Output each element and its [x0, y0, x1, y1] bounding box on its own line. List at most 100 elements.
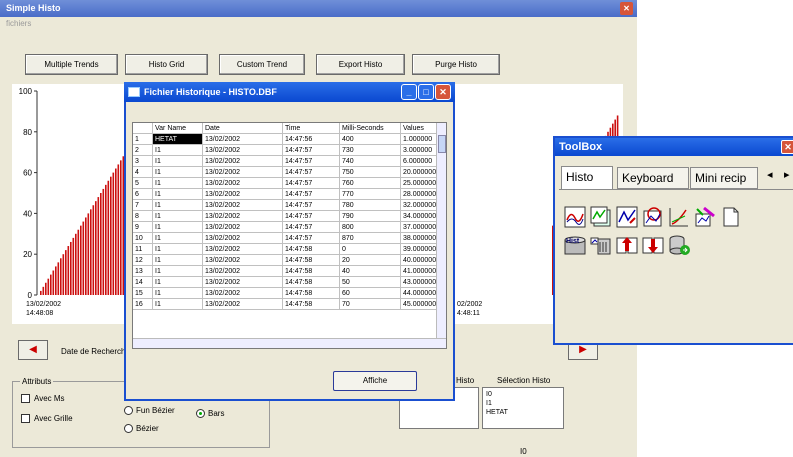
grid-horizontal-scrollbar[interactable] — [133, 338, 446, 348]
row-number-cell[interactable]: 14 — [133, 277, 153, 288]
tab-mini-recip[interactable]: Mini recip — [690, 167, 758, 189]
table-row[interactable]: 4 I1 13/02/2002 14:47:57 750 20.000000 — [133, 167, 443, 178]
grid-vertical-scrollbar[interactable] — [436, 123, 446, 339]
selection-list-item[interactable]: I0 — [486, 390, 560, 399]
table-row[interactable]: 11 I1 13/02/2002 14:47:58 0 39.000000 — [133, 244, 443, 255]
row-number-cell[interactable]: 4 — [133, 167, 153, 178]
table-cell[interactable]: 14:47:57 — [283, 211, 340, 222]
bezier-radio[interactable] — [124, 424, 133, 433]
table-cell[interactable]: I1 — [153, 167, 203, 178]
table-row[interactable]: 1 HETAT 13/02/2002 14:47:56 400 1.000000 — [133, 134, 443, 145]
table-cell[interactable]: 14:47:57 — [283, 222, 340, 233]
table-cell[interactable]: 13/02/2002 — [203, 167, 283, 178]
table-cell[interactable]: 760 — [340, 178, 401, 189]
table-cell[interactable]: 13/02/2002 — [203, 134, 283, 145]
table-cell[interactable]: 50 — [340, 277, 401, 288]
table-cell[interactable]: I1 — [153, 178, 203, 189]
scrollbar-thumb[interactable] — [438, 135, 446, 153]
selection-list-item[interactable]: HETAT — [486, 408, 560, 417]
table-cell[interactable]: 14:47:58 — [283, 244, 340, 255]
dialog-close-button[interactable]: ✕ — [435, 84, 451, 100]
trash-icon[interactable] — [590, 234, 612, 256]
table-cell[interactable]: 870 — [340, 233, 401, 244]
table-cell[interactable]: 13/02/2002 — [203, 233, 283, 244]
table-cell[interactable]: 60 — [340, 288, 401, 299]
table-cell[interactable]: 13/02/2002 — [203, 200, 283, 211]
table-row[interactable]: 13 I1 13/02/2002 14:47:58 40 41.000000 — [133, 266, 443, 277]
table-cell[interactable]: 14:47:57 — [283, 178, 340, 189]
page-icon[interactable] — [720, 206, 742, 228]
table-cell[interactable]: 14:47:56 — [283, 134, 340, 145]
table-row[interactable]: 6 I1 13/02/2002 14:47:57 770 28.000000 — [133, 189, 443, 200]
table-cell[interactable]: 20 — [340, 255, 401, 266]
table-cell[interactable]: 14:47:57 — [283, 200, 340, 211]
histo-grid-button[interactable]: Histo Grid — [125, 54, 208, 75]
table-cell[interactable]: I1 — [153, 244, 203, 255]
table-row[interactable]: 15 I1 13/02/2002 14:47:58 60 44.000000 — [133, 288, 443, 299]
row-number-cell[interactable]: 13 — [133, 266, 153, 277]
avec-ms-checkbox[interactable] — [21, 394, 30, 403]
table-cell[interactable]: I1 — [153, 255, 203, 266]
row-number-cell[interactable]: 1 — [133, 134, 153, 145]
table-cell[interactable]: 780 — [340, 200, 401, 211]
multiple-trends-button[interactable]: Multiple Trends — [25, 54, 118, 75]
table-row[interactable]: 16 I1 13/02/2002 14:47:58 70 45.000000 — [133, 299, 443, 310]
table-cell[interactable]: 13/02/2002 — [203, 222, 283, 233]
table-cell[interactable]: 13/02/2002 — [203, 189, 283, 200]
database-icon[interactable] — [668, 234, 690, 256]
table-cell[interactable]: 13/02/2002 — [203, 156, 283, 167]
row-number-cell[interactable]: 6 — [133, 189, 153, 200]
row-number-cell[interactable]: 7 — [133, 200, 153, 211]
table-cell[interactable]: I1 — [153, 200, 203, 211]
row-number-cell[interactable]: 11 — [133, 244, 153, 255]
table-row[interactable]: 14 I1 13/02/2002 14:47:58 50 43.000000 — [133, 277, 443, 288]
avec-grille-checkbox[interactable] — [21, 414, 30, 423]
grid-trend-icon[interactable] — [642, 206, 664, 228]
table-row[interactable]: 7 I1 13/02/2002 14:47:57 780 32.000000 — [133, 200, 443, 211]
multi-trend-icon[interactable] — [590, 206, 612, 228]
table-cell[interactable]: I1 — [153, 222, 203, 233]
table-cell[interactable]: 14:47:58 — [283, 266, 340, 277]
table-cell[interactable]: 14:47:57 — [283, 156, 340, 167]
affiche-button[interactable]: Affiche — [333, 371, 417, 391]
maximize-button[interactable]: □ — [418, 84, 434, 100]
table-cell[interactable]: I1 — [153, 277, 203, 288]
prev-date-button[interactable]: ◀ — [18, 340, 48, 360]
table-row[interactable]: 10 I1 13/02/2002 14:47:57 870 38.000000 — [133, 233, 443, 244]
row-number-cell[interactable]: 12 — [133, 255, 153, 266]
row-number-cell[interactable]: 16 — [133, 299, 153, 310]
histo-data-grid[interactable]: Var Name Date Time Milli-Seconds Values 1 HETA… — [132, 122, 447, 349]
table-cell[interactable]: I1 — [153, 145, 203, 156]
row-number-cell[interactable]: 8 — [133, 211, 153, 222]
tab-scroll-right-button[interactable]: ▸ — [784, 168, 790, 181]
fun-bezier-radio[interactable] — [124, 406, 133, 415]
table-cell[interactable]: 400 — [340, 134, 401, 145]
table-cell[interactable]: 790 — [340, 211, 401, 222]
chart-brush-icon[interactable] — [694, 206, 716, 228]
table-cell[interactable]: 13/02/2002 — [203, 145, 283, 156]
table-cell[interactable]: 13/02/2002 — [203, 266, 283, 277]
table-cell[interactable]: 730 — [340, 145, 401, 156]
table-cell[interactable]: 14:47:58 — [283, 255, 340, 266]
menu-fichiers[interactable]: fichiers — [6, 19, 31, 28]
table-cell[interactable]: 13/02/2002 — [203, 211, 283, 222]
table-cell[interactable]: 13/02/2002 — [203, 244, 283, 255]
minimize-button[interactable]: _ — [401, 84, 417, 100]
table-cell[interactable]: I1 — [153, 266, 203, 277]
table-cell[interactable]: 70 — [340, 299, 401, 310]
curve-icon[interactable] — [668, 206, 690, 228]
table-cell[interactable]: 13/02/2002 — [203, 277, 283, 288]
table-cell[interactable]: I1 — [153, 156, 203, 167]
table-cell[interactable]: 740 — [340, 156, 401, 167]
row-number-cell[interactable]: 15 — [133, 288, 153, 299]
table-cell[interactable]: 770 — [340, 189, 401, 200]
table-cell[interactable]: I1 — [153, 288, 203, 299]
table-cell[interactable]: 14:47:58 — [283, 277, 340, 288]
table-cell[interactable]: 800 — [340, 222, 401, 233]
row-number-cell[interactable]: 2 — [133, 145, 153, 156]
import-down-icon[interactable] — [642, 234, 664, 256]
table-cell[interactable]: 14:47:57 — [283, 167, 340, 178]
selection-list-item[interactable]: I1 — [486, 399, 560, 408]
toolbox-close-button[interactable]: ✕ — [781, 140, 793, 154]
table-row[interactable]: 8 I1 13/02/2002 14:47:57 790 34.000000 — [133, 211, 443, 222]
